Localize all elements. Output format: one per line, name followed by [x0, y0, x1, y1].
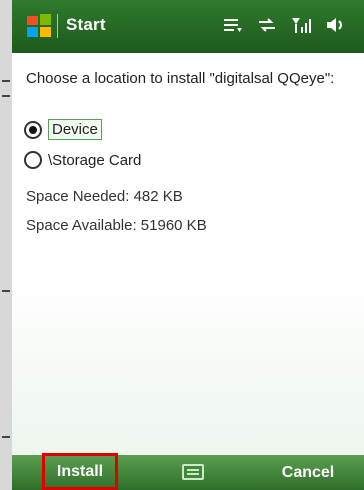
status-icons: [222, 15, 346, 35]
background-window-strip: [0, 0, 12, 490]
title-bar: Start: [12, 0, 364, 53]
page-title[interactable]: Start: [66, 15, 106, 35]
strip-mark: [2, 80, 10, 82]
softkey-bar: Install Cancel: [12, 453, 364, 490]
signal-icon[interactable]: [290, 15, 312, 35]
install-prompt: Choose a location to install "digitalsal…: [26, 70, 335, 87]
title-separator: [57, 14, 58, 38]
option-device[interactable]: Device: [24, 119, 102, 140]
connectivity-icon[interactable]: [256, 15, 278, 35]
space-needed: Space Needed: 482 KB: [26, 188, 183, 205]
space-available: Space Available: 51960 KB: [26, 217, 207, 234]
strip-mark: [2, 436, 10, 438]
strip-mark: [2, 95, 10, 97]
radio-button-device[interactable]: [24, 120, 42, 139]
volume-icon[interactable]: [324, 15, 346, 35]
windows-flag-icon[interactable]: [26, 13, 52, 39]
settings-icon[interactable]: [222, 15, 244, 35]
install-button[interactable]: Install: [42, 453, 118, 490]
keyboard-icon[interactable]: [182, 464, 204, 480]
radio-button-storage-card[interactable]: [24, 151, 42, 169]
strip-mark: [2, 290, 10, 292]
option-storage-card[interactable]: \Storage Card: [24, 151, 141, 169]
option-label-device[interactable]: Device: [48, 119, 102, 140]
option-label-storage-card[interactable]: \Storage Card: [48, 152, 141, 169]
cancel-button[interactable]: Cancel: [274, 455, 342, 490]
install-location-dialog: Choose a location to install "digitalsal…: [12, 53, 364, 455]
